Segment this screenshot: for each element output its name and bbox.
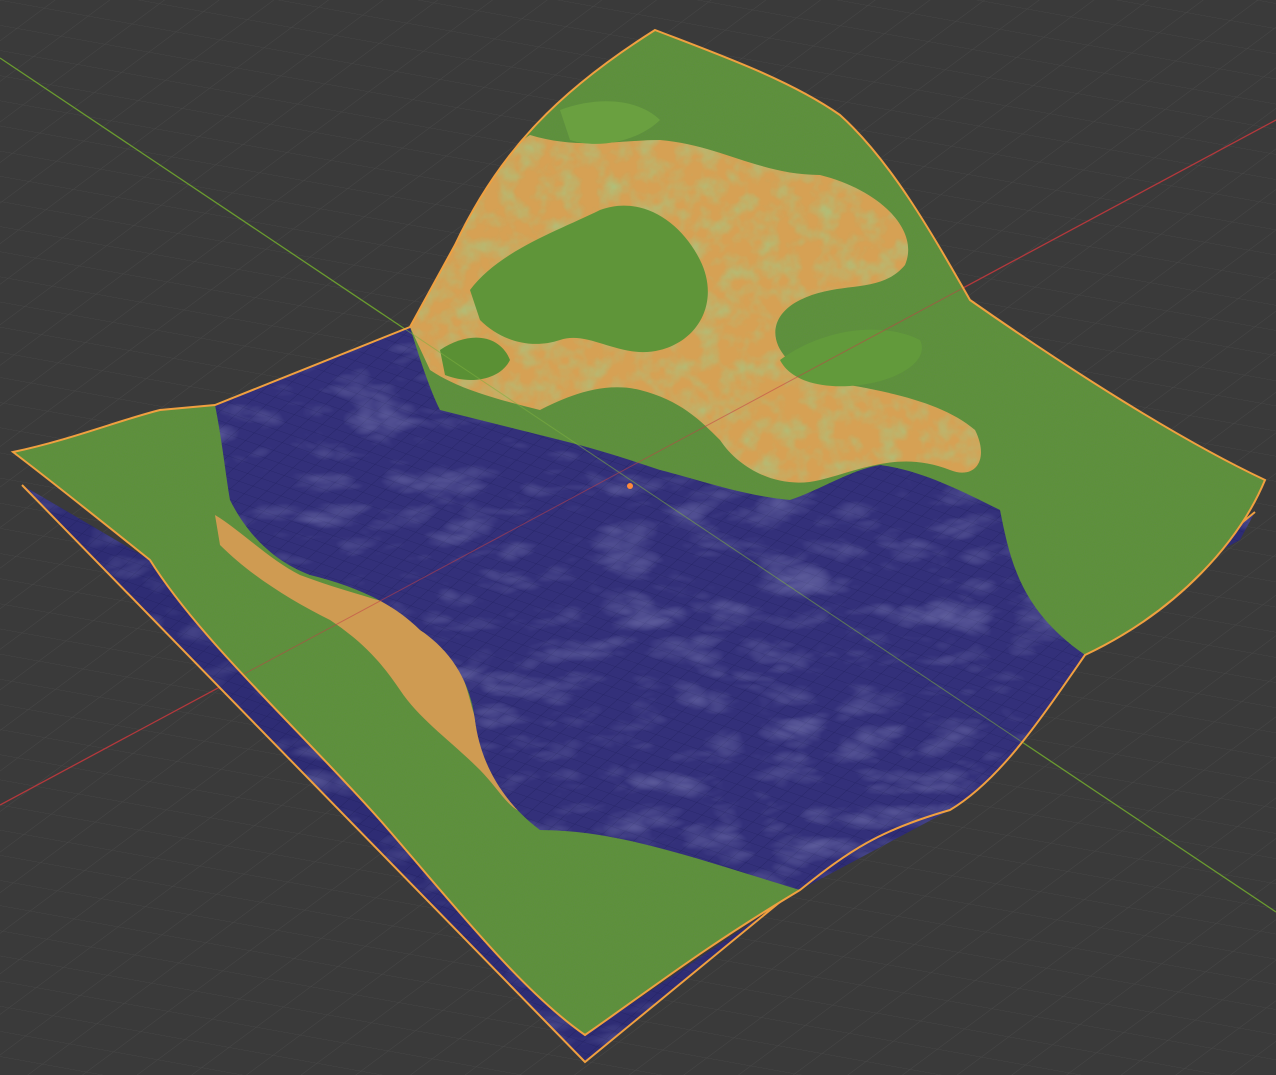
origin-icon[interactable] <box>627 483 633 489</box>
viewport-canvas[interactable] <box>0 0 1276 1075</box>
3d-viewport[interactable] <box>0 0 1276 1075</box>
